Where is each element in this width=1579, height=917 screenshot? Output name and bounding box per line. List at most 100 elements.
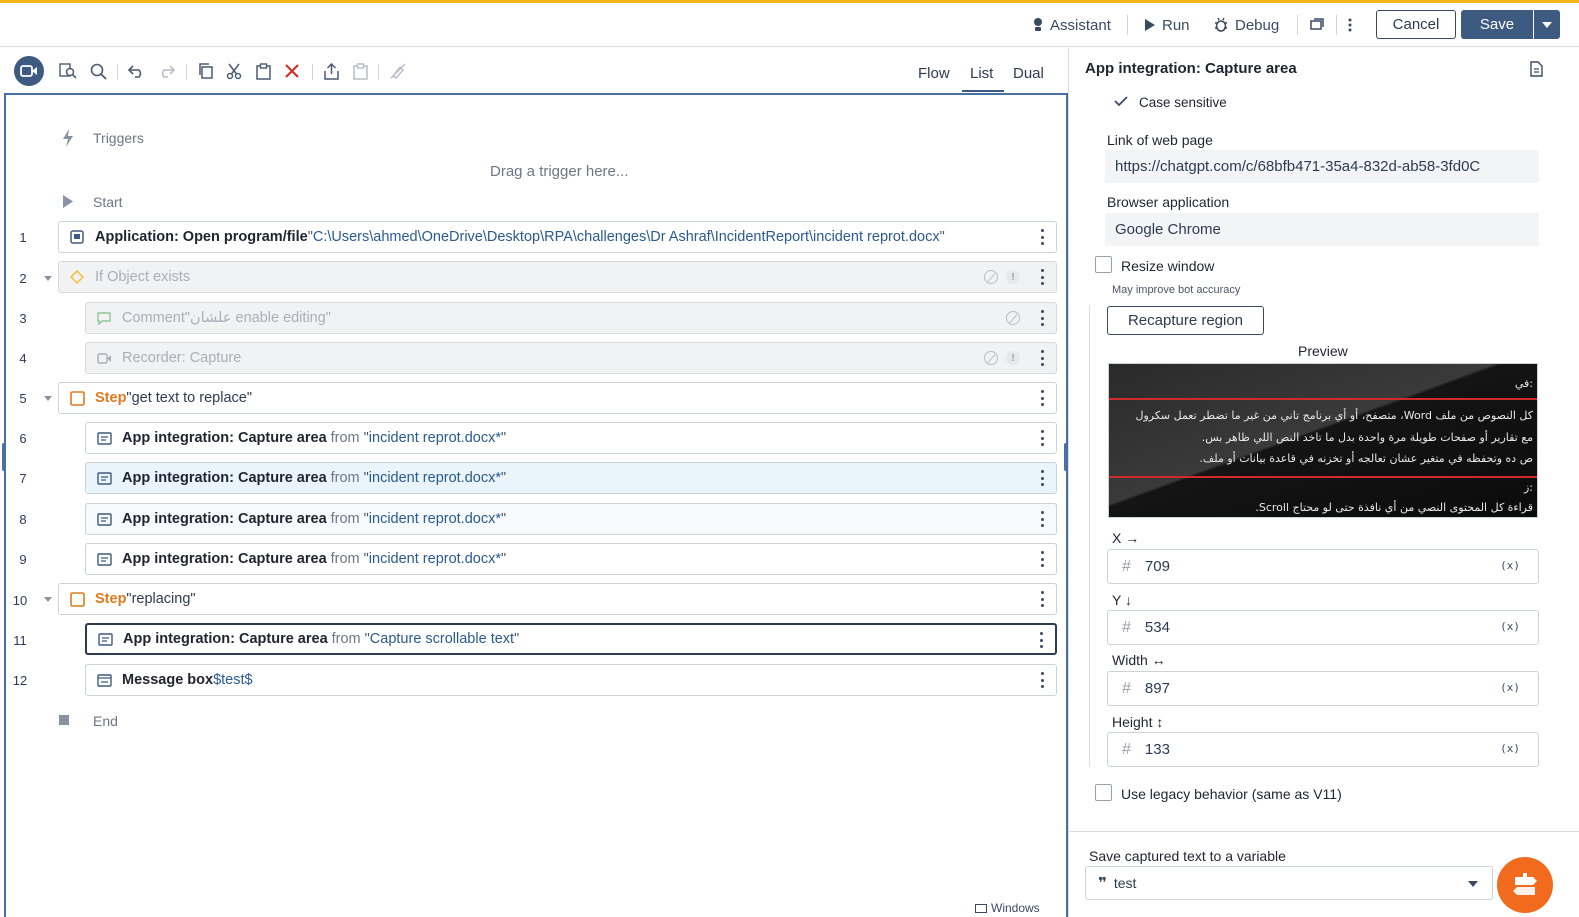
action-row[interactable]: App integration: Capture area from " incide… — [85, 462, 1057, 494]
x-field[interactable]: #709 (x) — [1107, 549, 1539, 584]
windows-indicator: Windows — [975, 901, 1040, 915]
action-name: Comment — [122, 310, 185, 326]
search-icon — [90, 63, 107, 80]
action-row[interactable]: Comment "علشان enable editing" — [85, 302, 1057, 334]
recapture-region-button[interactable]: Recapture region — [1107, 306, 1264, 335]
action-param: incident reprot.docx* — [368, 511, 501, 527]
divider — [1069, 831, 1579, 832]
copy-button[interactable] — [195, 60, 217, 82]
row-menu-button[interactable] — [1040, 350, 1044, 366]
run-label: Run — [1162, 16, 1190, 34]
upload-icon — [323, 62, 339, 80]
browser-field[interactable]: Google Chrome — [1105, 213, 1539, 246]
panel-splitter[interactable] — [1068, 48, 1069, 917]
step-square-icon — [69, 591, 85, 607]
redo-icon — [161, 65, 175, 78]
more-menu-button[interactable] — [1347, 13, 1353, 37]
row-menu-button[interactable] — [1040, 672, 1044, 688]
variable-insert-button[interactable]: (x) — [1500, 681, 1520, 694]
import-button[interactable] — [349, 60, 371, 82]
window-icon — [975, 903, 987, 913]
search-button[interactable] — [87, 60, 109, 82]
height-field[interactable]: #133 (x) — [1107, 732, 1539, 767]
redo-button[interactable] — [155, 60, 177, 82]
link-field[interactable]: https://chatgpt.com/c/68bfb471-35a4-832d… — [1105, 150, 1539, 183]
action-param: $test$ — [213, 672, 253, 688]
save-options-button[interactable] — [1534, 10, 1560, 39]
paste-button[interactable] — [252, 60, 274, 82]
quote: " — [500, 551, 507, 567]
action-row[interactable]: Recorder: Capture ! — [85, 342, 1057, 374]
row-menu-button[interactable] — [1040, 269, 1044, 285]
row-menu-button[interactable] — [1040, 551, 1044, 567]
active-tab-indicator — [962, 90, 1004, 92]
start-play-icon — [63, 195, 73, 208]
help-fab-button[interactable] — [1497, 857, 1553, 913]
row-menu-button[interactable] — [1040, 310, 1044, 326]
legacy-behavior-label: Use legacy behavior (same as V11) — [1121, 786, 1342, 802]
from-label: from — [331, 631, 361, 647]
assistant-button[interactable]: Assistant — [1032, 13, 1111, 37]
y-field[interactable]: #534 (x) — [1107, 610, 1539, 645]
row-menu-button[interactable] — [1040, 591, 1044, 607]
debug-button[interactable]: Debug — [1213, 13, 1279, 37]
step-row[interactable]: Step "get text to replace" — [58, 382, 1057, 414]
action-name: App integration: Capture area — [122, 430, 327, 446]
row-number: 2 — [19, 271, 27, 286]
undo-button[interactable] — [126, 60, 148, 82]
cancel-button[interactable]: Cancel — [1376, 10, 1456, 39]
row-menu-button[interactable] — [1040, 390, 1044, 406]
disable-action-button[interactable] — [387, 60, 409, 82]
trigger-drop-zone[interactable]: Drag a trigger here... — [490, 163, 628, 180]
variable-value: test — [1113, 875, 1137, 891]
row-menu-button[interactable] — [1040, 470, 1044, 486]
row-number: 4 — [19, 351, 27, 366]
bug-icon — [1215, 17, 1227, 32]
quote: " — [500, 470, 507, 486]
save-variable-select[interactable]: ❞ test — [1085, 866, 1493, 900]
action-row[interactable]: If Object exists ! — [58, 261, 1057, 293]
tab-flow[interactable]: Flow — [918, 65, 950, 82]
checkmark-icon[interactable] — [1114, 96, 1128, 107]
number-icon: # — [1122, 618, 1131, 636]
variable-insert-button[interactable]: (x) — [1500, 742, 1520, 755]
row-menu-button[interactable] — [1040, 511, 1044, 527]
action-row[interactable]: Message box $test$ — [85, 664, 1057, 696]
row-number: 6 — [19, 431, 27, 446]
variable-insert-button[interactable]: (x) — [1500, 620, 1520, 633]
width-field[interactable]: #897 (x) — [1107, 671, 1539, 706]
action-row-selected[interactable]: App integration: Capture area from " Captur… — [85, 623, 1057, 655]
copy-icon — [199, 63, 213, 79]
divider — [1127, 15, 1128, 35]
resize-hint: May improve bot accuracy — [1112, 284, 1241, 296]
variable-insert-button[interactable]: (x) — [1500, 559, 1520, 572]
step-row[interactable]: Step "replacing" — [58, 583, 1057, 615]
save-button[interactable]: Save — [1461, 10, 1533, 39]
resize-window-checkbox[interactable] — [1095, 256, 1112, 273]
document-icon[interactable] — [1530, 61, 1543, 77]
tab-dual[interactable]: Dual — [1013, 65, 1044, 82]
collapse-toggle[interactable] — [44, 276, 52, 281]
row-menu-button[interactable] — [1039, 632, 1043, 648]
find-in-flow-button[interactable] — [57, 60, 79, 82]
width-label: Width ↔ — [1112, 652, 1166, 668]
action-row[interactable]: App integration: Capture area from " incide… — [85, 503, 1057, 535]
from-label: from — [330, 511, 360, 527]
tab-list[interactable]: List — [970, 65, 993, 82]
action-row[interactable]: App integration: Capture area from " incide… — [85, 543, 1057, 575]
row-menu-button[interactable] — [1040, 430, 1044, 446]
disable-icon — [390, 63, 406, 79]
action-row[interactable]: App integration: Capture area from " incide… — [85, 422, 1057, 454]
run-button[interactable]: Run — [1144, 13, 1190, 37]
action-row[interactable]: Application: Open program/file " C:\Users… — [58, 221, 1057, 253]
delete-button[interactable] — [281, 60, 303, 82]
collapse-toggle[interactable] — [44, 396, 52, 401]
cut-button[interactable] — [223, 60, 245, 82]
collapse-toggle[interactable] — [44, 597, 52, 602]
export-button[interactable] — [320, 60, 342, 82]
row-menu-button[interactable] — [1040, 229, 1044, 245]
left-resize-handle[interactable] — [2, 443, 6, 471]
bot-settings-button[interactable] — [1310, 13, 1324, 37]
legacy-behavior-checkbox[interactable] — [1095, 784, 1112, 801]
capture-area-icon — [96, 430, 112, 446]
